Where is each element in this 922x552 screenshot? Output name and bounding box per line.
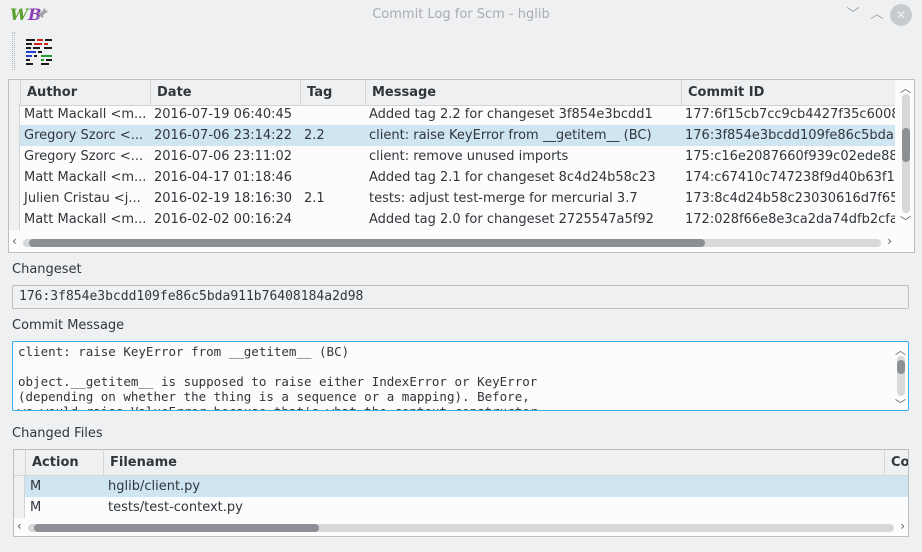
changed-files-label: Changed Files <box>12 426 103 441</box>
commit-message-vscrollbar[interactable]: ︿ ﹀ <box>894 342 908 410</box>
table-row[interactable]: Matt Mackall <m... 2016-07-19 06:40:45 Add… <box>9 104 895 125</box>
commit-log-table[interactable]: Author Date Tag Message Commit ID Matt M… <box>8 79 915 253</box>
row-header[interactable] <box>14 497 25 518</box>
column-commit-id[interactable]: Commit ID <box>682 80 895 106</box>
minimize-button[interactable]: ﹀ <box>843 5 863 25</box>
cell-filename: hglib/client.py <box>108 479 201 494</box>
row-header[interactable] <box>14 476 25 497</box>
changed-files-hscrollbar[interactable]: ‹ › <box>14 519 908 534</box>
cell-message: Added tag 2.1 for changeset 8c4d24b58c23 <box>369 170 656 185</box>
cell-author: Matt Mackall <m... <box>24 170 147 185</box>
scroll-left-icon[interactable]: ‹ <box>17 519 22 533</box>
cell-commit: 175:c16e2087660f939c02ede88 <box>685 149 895 164</box>
cell-author: Gregory Szorc <... <box>24 149 144 164</box>
table-row[interactable]: Gregory Szorc <... 2016-07-06 23:14:22 2.2… <box>9 125 895 146</box>
close-button[interactable]: ✕ <box>890 4 912 26</box>
table-row[interactable]: Gregory Szorc <... 2016-07-06 23:11:02 cli… <box>9 146 895 167</box>
cell-tag <box>301 146 366 167</box>
commit-message-label: Commit Message <box>12 318 125 333</box>
corner-cell <box>14 450 26 476</box>
cell-action: M <box>30 479 42 494</box>
cell-message: Added tag 2.0 for changeset 2725547a5f92 <box>369 212 654 227</box>
cell-author: Matt Mackall <m... <box>24 212 147 227</box>
cell-date: 2016-02-19 18:16:30 <box>154 191 293 206</box>
cell-author: Julien Cristau <j... <box>24 191 141 206</box>
toolbar-handle[interactable] <box>12 32 15 70</box>
scroll-right-icon[interactable]: › <box>887 234 892 248</box>
table-row[interactable]: Mhglib/client.py <box>14 476 908 497</box>
scroll-thumb[interactable] <box>29 239 705 247</box>
cell-commit: 177:6f15cb7cc9cb4427f35c6008 <box>685 107 895 122</box>
cell-author: Matt Mackall <m... <box>24 107 147 122</box>
table-row[interactable]: Matt Mackall <m... 2016-02-02 00:16:24 Add… <box>9 209 895 230</box>
column-tag[interactable]: Tag <box>301 80 366 106</box>
column-author[interactable]: Author <box>21 80 151 106</box>
cell-date: 2016-07-06 23:14:22 <box>154 128 293 143</box>
cell-message: client: raise KeyError from __getitem__ … <box>369 128 652 143</box>
scroll-down-icon[interactable]: ﹀ <box>895 396 906 410</box>
changed-files-header: Action Filename Co <box>14 450 908 476</box>
commit-message-textarea[interactable]: client: raise KeyError from __getitem__ … <box>12 341 909 411</box>
cell-tag <box>301 167 366 188</box>
row-header[interactable] <box>9 167 20 188</box>
table-row[interactable]: Matt Mackall <m... 2016-04-17 01:18:46 Add… <box>9 167 895 188</box>
cell-action: M <box>30 500 42 515</box>
cell-message: Added tag 2.2 for changeset 3f854e3bcdd1 <box>369 107 653 122</box>
column-filename[interactable]: Filename <box>104 450 885 476</box>
corner-cell <box>9 80 21 106</box>
cell-commit: 173:8c4d24b58c23030616d7f65 <box>685 191 895 206</box>
scroll-thumb[interactable] <box>34 524 319 532</box>
scroll-left-icon[interactable]: ‹ <box>12 234 17 248</box>
window-title: Commit Log for Scm - hglib <box>372 7 550 22</box>
cell-tag <box>301 209 366 230</box>
scroll-down-icon[interactable]: ﹀ <box>900 213 911 229</box>
cell-commit: 176:3f854e3bcdd109fe86c5bda <box>685 128 894 143</box>
scroll-right-icon[interactable]: › <box>900 519 905 533</box>
column-date[interactable]: Date <box>151 80 301 106</box>
row-header[interactable] <box>9 188 20 209</box>
cell-filename: tests/test-context.py <box>108 500 243 515</box>
changed-files-table[interactable]: Action Filename Co Mhglib/client.py Mtest… <box>13 449 909 537</box>
diff-icon <box>26 39 52 65</box>
cell-date: 2016-07-06 23:11:02 <box>154 149 293 164</box>
commit-message-text: client: raise KeyError from __getitem__ … <box>18 344 538 410</box>
cell-commit: 174:c67410c747238f9d40b63f1 <box>685 170 895 185</box>
row-header[interactable] <box>9 146 20 167</box>
scroll-thumb[interactable] <box>897 360 905 374</box>
row-header[interactable] <box>9 104 20 125</box>
table-row[interactable]: Mtests/test-context.py <box>14 497 908 518</box>
toolbar <box>0 30 922 74</box>
cell-tag: 2.1 <box>304 191 325 206</box>
changeset-field[interactable]: 176:3f854e3bcdd109fe86c5bda911b76408184a… <box>12 285 909 309</box>
cell-author: Gregory Szorc <... <box>24 128 144 143</box>
table-row[interactable]: Julien Cristau <j... 2016-02-19 18:16:30 2… <box>9 188 895 209</box>
cell-date: 2016-07-19 06:40:45 <box>154 107 293 122</box>
cell-date: 2016-02-02 00:16:24 <box>154 212 293 227</box>
title-bar: WB Commit Log for Scm - hglib ﹀ ︿ ✕ <box>0 0 922 30</box>
column-action[interactable]: Action <box>26 450 104 476</box>
cell-message: tests: adjust test-merge for mercurial 3… <box>369 191 638 206</box>
commit-log-header: Author Date Tag Message Commit ID <box>9 80 895 106</box>
maximize-button[interactable]: ︿ <box>867 5 887 25</box>
column-message[interactable]: Message <box>366 80 682 106</box>
cell-tag <box>301 104 366 125</box>
cell-tag: 2.2 <box>304 128 325 143</box>
commit-log-hscrollbar[interactable]: ‹ › <box>9 234 895 249</box>
scroll-thumb[interactable] <box>902 128 910 162</box>
changeset-label: Changeset <box>12 262 82 277</box>
commit-log-vscrollbar[interactable]: ︿ ﹀ <box>899 80 913 229</box>
row-header[interactable] <box>9 209 20 230</box>
row-header[interactable] <box>9 125 20 146</box>
cell-message: client: remove unused imports <box>369 149 569 164</box>
column-co[interactable]: Co <box>885 450 908 476</box>
cell-commit: 172:028f66e8e3ca2da74dfb2cfa <box>685 212 895 227</box>
diff-button[interactable] <box>24 36 56 68</box>
cell-date: 2016-04-17 01:18:46 <box>154 170 293 185</box>
